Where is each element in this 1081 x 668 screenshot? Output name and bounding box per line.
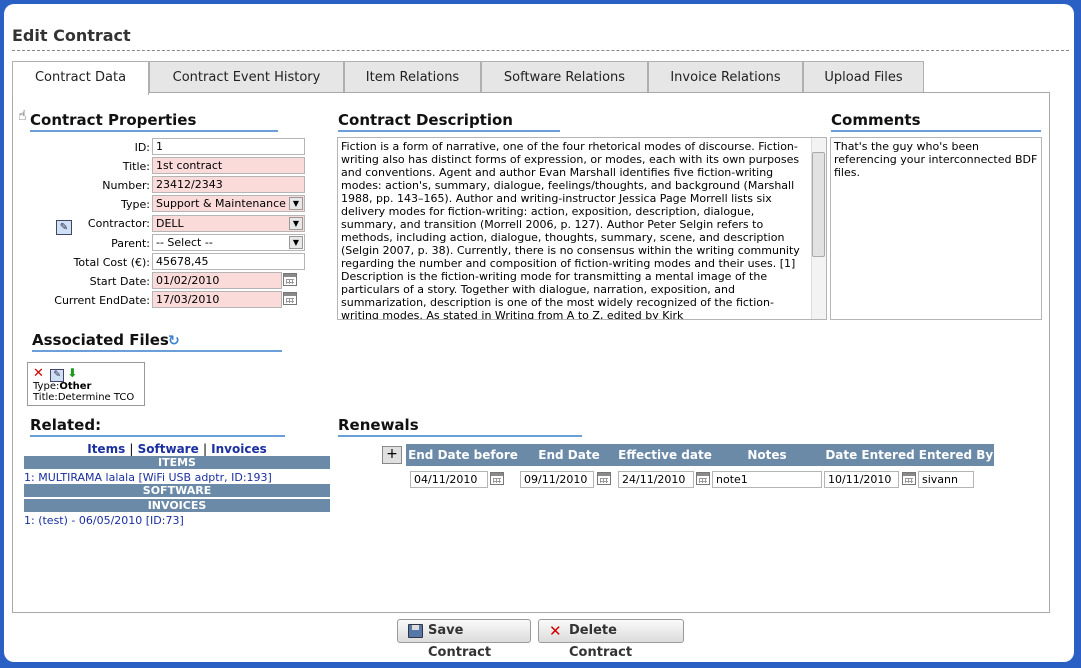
calendar-icon[interactable] [490,472,504,485]
delete-icon: ✕ [549,622,562,640]
chevron-down-icon[interactable]: ▼ [289,236,303,249]
number-label: Number: [102,179,150,192]
renewals-col-entered-by: Entered By [918,444,994,466]
file-type-value: Other [59,381,92,392]
contractor-select-value: DELL [156,217,184,230]
description-scrollbar[interactable] [811,138,826,319]
renewal-effective-date-field[interactable]: 24/11/2010 [618,471,694,488]
tab-contract-data[interactable]: Contract Data [12,61,149,95]
related-links: Items | Software | Invoices [24,442,330,456]
related-link-invoices[interactable]: Invoices [211,442,267,456]
save-contract-button[interactable]: Save Contract [397,619,531,660]
tab-invoice-relations[interactable]: Invoice Relations [648,61,803,93]
renewal-date-entered-field[interactable]: 10/11/2010 [824,471,899,488]
window: Edit Contract Contract Data Contract Eve… [4,4,1074,662]
renewal-end-date-before-field[interactable]: 04/11/2010 [410,471,488,488]
link-separator: | [202,442,207,456]
associated-file-card: ✕ ✎ ⬇ Type:Other Title:Determine TCO [27,362,145,406]
related-items-header: ITEMS [24,456,330,469]
id-label: ID: [134,141,150,154]
save-contract-label: Save Contract [428,623,492,660]
contract-properties-title: Contract Properties [30,111,278,132]
page-title: Edit Contract [12,26,131,45]
contract-description-textarea[interactable]: Fiction is a form of narrative, one of t… [337,137,827,320]
type-select-value: Support & Maintenance [156,197,286,210]
parent-select[interactable]: -- Select -- ▼ [152,234,305,251]
related-invoice-link[interactable]: 1: (test) - 06/05/2010 [ID:73] [24,514,184,527]
total-cost-field[interactable]: 45678,45 [152,253,305,270]
contractor-select[interactable]: DELL ▼ [152,215,305,232]
start-date-label: Start Date: [89,275,150,288]
calendar-icon[interactable] [902,472,916,485]
renewal-notes-field[interactable]: note1 [712,471,822,488]
associated-files-title: Associated Files [32,331,282,352]
chevron-down-icon[interactable]: ▼ [289,217,303,230]
comments-title: Comments [831,111,1041,132]
add-renewal-button[interactable]: + [382,446,402,464]
type-label: Type: [121,198,150,211]
delete-contract-button[interactable]: ✕ Delete Contract [538,619,684,660]
delete-contract-label: Delete Contract [569,623,633,660]
parent-select-value: -- Select -- [156,236,213,249]
tab-upload-files[interactable]: Upload Files [803,61,924,93]
download-icon[interactable]: ⬇ [67,366,77,380]
save-icon [408,624,423,638]
parent-label: Parent: [111,237,150,250]
end-date-field[interactable]: 17/03/2010 [152,291,282,308]
calendar-icon[interactable] [597,472,611,485]
calendar-icon[interactable] [283,292,297,305]
related-software-header: SOFTWARE [24,484,330,497]
file-type-label: Type: [33,381,60,392]
chevron-down-icon[interactable]: ▼ [289,197,303,210]
renewals-col-date-entered: Date Entered [822,444,918,466]
title-field[interactable]: 1st contract [152,157,305,174]
type-select[interactable]: Support & Maintenance ▼ [152,195,305,212]
related-item-link[interactable]: 1: MULTIRAMA lalala [WiFi USB adptr, ID:… [24,471,272,484]
delete-file-icon[interactable]: ✕ [33,366,47,381]
renewals-col-end-date-after: End Date after [520,444,618,484]
tab-software-relations[interactable]: Software Relations [481,61,648,93]
calendar-icon[interactable] [283,273,297,286]
related-invoices-header: INVOICES [24,499,330,512]
file-title-label: Title: [33,392,58,403]
related-link-items[interactable]: Items [87,442,125,456]
renewals-title: Renewals [338,416,582,437]
renewal-entered-by-field[interactable]: sivann [918,471,974,488]
renewals-col-end-date-before: End Date before [406,444,520,466]
start-date-field[interactable]: 01/02/2010 [152,272,282,289]
link-separator: | [129,442,134,456]
tab-contract-event-history[interactable]: Contract Event History [149,61,344,93]
scrollbar-thumb[interactable] [812,152,825,257]
refresh-icon[interactable]: ↻ [168,333,184,349]
tab-item-relations[interactable]: Item Relations [344,61,481,93]
renewals-col-effective-date: Effective date [618,444,712,466]
end-date-label: Current EndDate: [54,294,150,307]
calendar-icon[interactable] [696,472,710,485]
file-title-value: Determine TCO [57,392,135,403]
related-link-software[interactable]: Software [138,442,199,456]
comments-text: That's the guy who's been referencing yo… [834,140,1038,179]
comments-textarea[interactable]: That's the guy who's been referencing yo… [830,137,1042,320]
contractor-label: Contractor: [87,217,150,230]
id-field[interactable]: 1 [152,138,305,155]
number-field[interactable]: 23412/2343 [152,176,305,193]
hand-cursor-icon: ☝ [18,108,27,124]
contract-description-text: Fiction is a form of narrative, one of t… [341,140,800,320]
contract-description-title: Contract Description [338,111,560,132]
renewal-end-date-after-field[interactable]: 09/11/2010 [520,471,594,488]
title-divider [12,50,1069,51]
renewals-col-notes: Notes [712,444,822,466]
related-title: Related: [30,416,285,437]
title-label: Title: [122,160,150,173]
total-cost-label: Total Cost (€): [73,256,150,269]
